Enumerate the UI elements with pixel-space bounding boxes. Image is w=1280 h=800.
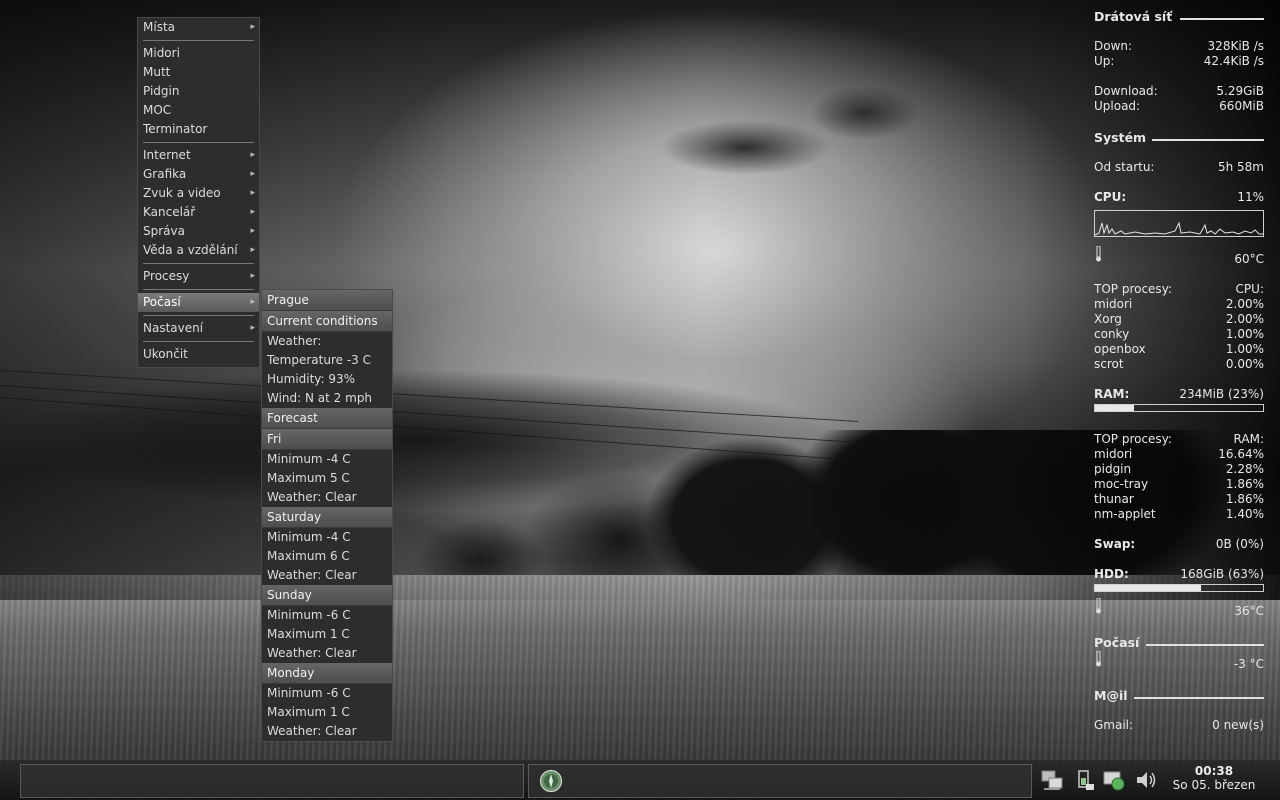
network-manager-icon[interactable] xyxy=(1102,768,1126,792)
weather-submenu: Prague Current conditions Weather: Tempe… xyxy=(261,289,393,742)
clock[interactable]: 00:38 So 05. březen xyxy=(1166,764,1262,792)
forecast-line[interactable]: Maximum 6 C xyxy=(262,547,392,566)
menu-item-veda-a-vzdelani[interactable]: Věda a vzdělání xyxy=(138,241,259,260)
menu-separator xyxy=(143,341,254,342)
process-row: openbox 1.00% xyxy=(1094,342,1264,356)
forecast-line[interactable]: Weather: Clear xyxy=(262,644,392,663)
menu-separator xyxy=(143,263,254,264)
net-upload-row: Upload: 660MiB xyxy=(1094,99,1264,113)
gmail-row: Gmail: 0 new(s) xyxy=(1094,718,1264,732)
menu-item-sprava[interactable]: Správa xyxy=(138,222,259,241)
menu-item-moc[interactable]: MOC xyxy=(138,101,259,120)
menu-item-procesy[interactable]: Procesy xyxy=(138,267,259,286)
ram-bar xyxy=(1094,404,1264,412)
current-temperature[interactable]: Temperature -3 C xyxy=(262,351,392,370)
forecast-day-monday: Monday xyxy=(262,663,392,684)
network-icon[interactable] xyxy=(1040,768,1064,792)
top-cpu-header: TOP procesy: CPU: xyxy=(1094,282,1264,296)
menu-separator xyxy=(143,315,254,316)
taskbar-launcher-area[interactable] xyxy=(528,764,1032,798)
forecast-line[interactable]: Minimum -4 C xyxy=(262,528,392,547)
system-section-title: Systém xyxy=(1094,130,1264,145)
root-menu: Místa MidoriMuttPidginMOCTerminator Intern… xyxy=(137,17,260,368)
clock-time: 00:38 xyxy=(1194,764,1234,778)
forecast-line[interactable]: Maximum 5 C xyxy=(262,469,392,488)
cpu-row: CPU: 11% xyxy=(1094,190,1264,204)
menu-separator xyxy=(143,142,254,143)
menu-item-pocasi[interactable]: Počasí xyxy=(138,293,259,312)
swap-row: Swap: 0B (0%) xyxy=(1094,537,1264,551)
net-download-row: Download: 5.29GiB xyxy=(1094,84,1264,98)
process-row: Xorg 2.00% xyxy=(1094,312,1264,326)
forecast-line[interactable]: Weather: Clear xyxy=(262,488,392,507)
current-humidity[interactable]: Humidity: 93% xyxy=(262,370,392,389)
menu-separator xyxy=(143,289,254,290)
forecast-line[interactable]: Maximum 1 C xyxy=(262,625,392,644)
weather-temp-row: -3 °C xyxy=(1233,657,1264,671)
taskbar-window-list[interactable] xyxy=(20,764,524,798)
top-ram-header: TOP procesy: RAM: xyxy=(1094,432,1264,446)
cpu-temp-row: 60°C xyxy=(1234,252,1264,266)
menu-item-nastaveni[interactable]: Nastavení xyxy=(138,319,259,338)
forecast-line[interactable]: Minimum -4 C xyxy=(262,450,392,469)
process-row: pidgin 2.28% xyxy=(1094,462,1264,476)
uptime-row: Od startu: 5h 58m xyxy=(1094,160,1264,174)
current-weather[interactable]: Weather: xyxy=(262,332,392,351)
forecast-line[interactable]: Weather: Clear xyxy=(262,722,392,741)
forecast-day-sunday: Sunday xyxy=(262,585,392,606)
battery-icon[interactable] xyxy=(1072,768,1096,792)
clock-date: So 05. březen xyxy=(1172,778,1256,792)
compass-icon[interactable] xyxy=(539,769,563,793)
ram-row: RAM: 234MiB (23%) xyxy=(1094,387,1264,401)
process-row: midori 16.64% xyxy=(1094,447,1264,461)
menu-item-ukoncit[interactable]: Ukončit xyxy=(138,345,259,364)
menu-separator xyxy=(143,40,254,41)
menu-item-internet[interactable]: Internet xyxy=(138,146,259,165)
forecast-line[interactable]: Minimum -6 C xyxy=(262,684,392,703)
menu-item-kancelar[interactable]: Kancelář xyxy=(138,203,259,222)
hdd-temp-row: 36°C xyxy=(1234,604,1264,618)
forecast-line[interactable]: Maximum 1 C xyxy=(262,703,392,722)
menu-item-pidgin[interactable]: Pidgin xyxy=(138,82,259,101)
forecast-line[interactable]: Minimum -6 C xyxy=(262,606,392,625)
current-wind[interactable]: Wind: N at 2 mph xyxy=(262,389,392,408)
forecast-header: Forecast xyxy=(262,408,392,429)
process-row: scrot 0.00% xyxy=(1094,357,1264,371)
process-row: midori 2.00% xyxy=(1094,297,1264,311)
forecast-day-saturday: Saturday xyxy=(262,507,392,528)
net-down-row: Down: 328KiB /s xyxy=(1094,39,1264,53)
mail-section-title: M@il xyxy=(1094,688,1264,703)
current-conditions-header: Current conditions xyxy=(262,311,392,332)
menu-item-grafika[interactable]: Grafika xyxy=(138,165,259,184)
menu-item-mutt[interactable]: Mutt xyxy=(138,63,259,82)
hdd-row: HDD: 168GiB (63%) xyxy=(1094,567,1264,581)
process-row: thunar 1.86% xyxy=(1094,492,1264,506)
forecast-line[interactable]: Weather: Clear xyxy=(262,566,392,585)
menu-item-mista[interactable]: Místa xyxy=(138,18,259,37)
forecast-day-fri: Fri xyxy=(262,429,392,450)
menu-item-terminator[interactable]: Terminator xyxy=(138,120,259,139)
menu-item-midori[interactable]: Midori xyxy=(138,44,259,63)
volume-icon[interactable] xyxy=(1134,768,1158,792)
cpu-graph xyxy=(1094,210,1264,237)
network-section-title: Drátová síť xyxy=(1094,9,1264,24)
weather-section-title: Počasí xyxy=(1094,635,1264,650)
process-row: nm-applet 1.40% xyxy=(1094,507,1264,521)
menu-item-zvuk-a-video[interactable]: Zvuk a video xyxy=(138,184,259,203)
process-row: conky 1.00% xyxy=(1094,327,1264,341)
hdd-bar xyxy=(1094,584,1264,592)
weather-city-title: Prague xyxy=(262,290,392,311)
net-up-row: Up: 42.4KiB /s xyxy=(1094,54,1264,68)
process-row: moc-tray 1.86% xyxy=(1094,477,1264,491)
